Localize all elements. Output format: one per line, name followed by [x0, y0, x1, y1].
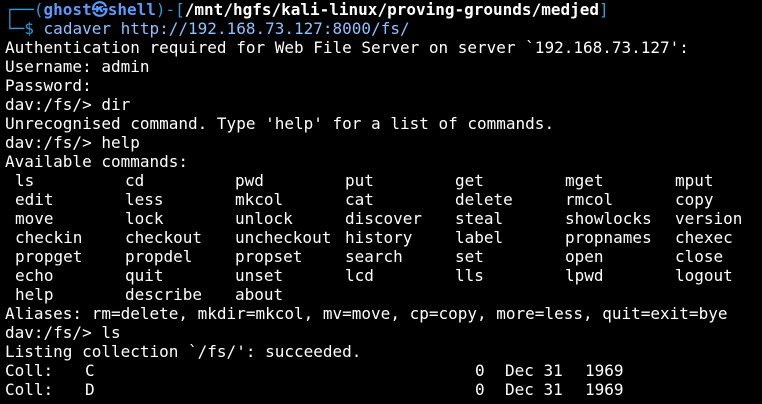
listing-table: Coll: C 0 Dec 31 1969 Coll: D 0 Dec 31 1969: [5, 361, 762, 399]
commands-row: ls cd pwd put get mget mput: [5, 171, 762, 190]
output-pre-block: Authentication required for Web File Ser…: [5, 38, 762, 171]
listing-type: Coll:: [5, 380, 54, 399]
command-name: propnames: [565, 228, 652, 247]
commands-row: echo quit unset lcd lls lpwd logout: [5, 266, 762, 285]
commands-table: ls cd pwd put get mget mput edit less mkcol cat del…: [5, 171, 762, 304]
listing-year: 1969: [585, 361, 624, 380]
command-name: cat: [345, 190, 374, 209]
output-line: dav:/fs/> help: [5, 133, 140, 152]
command-name: about: [235, 285, 284, 304]
listing-size: 0: [475, 361, 485, 380]
command-name: propget: [15, 247, 83, 266]
command-name: edit: [15, 190, 54, 209]
prompt-header-line: ┌──(ghost㉿shell)-[/mnt/hgfs/kali-linux/p…: [5, 0, 762, 19]
command-name: lpwd: [565, 266, 604, 285]
command-name: unset: [235, 266, 284, 285]
prompt-frame-bottom: └─$: [5, 19, 34, 38]
command-name: describe: [125, 285, 203, 304]
command-name: copy: [675, 190, 714, 209]
listing-row: Coll: C 0 Dec 31 1969: [5, 361, 762, 380]
listing-size: 0: [475, 380, 485, 399]
output-line: dav:/fs/> dir: [5, 95, 131, 114]
command-name: lock: [125, 209, 164, 228]
commands-row: edit less mkcol cat delete rmcol copy: [5, 190, 762, 209]
command-name: unlock: [235, 209, 293, 228]
output-line: Authentication required for Web File Ser…: [5, 38, 689, 57]
listing-type: Coll:: [5, 361, 54, 380]
command-name: checkin: [15, 228, 83, 247]
prompt-user-host: ghost㉿shell: [43, 0, 156, 19]
prompt-cwd: /mnt/hgfs/kali-linux/proving-grounds/med…: [184, 0, 599, 19]
command-name: lls: [455, 266, 484, 285]
command-name: discover: [345, 209, 423, 228]
output-line: Available commands:: [5, 152, 189, 171]
listing-name: D: [85, 380, 95, 399]
command-name: mkcol: [235, 190, 284, 209]
command-name: lcd: [345, 266, 374, 285]
command-name: pwd: [235, 171, 264, 190]
command-name: showlocks: [565, 209, 652, 228]
prompt-frame-mid: )-[: [155, 0, 185, 19]
commands-row: propget propdel propset search set open close: [5, 247, 762, 266]
output-line: Username: admin: [5, 57, 150, 76]
command-name: chexec: [675, 228, 733, 247]
commands-row: help describe about: [5, 285, 762, 304]
command-name: steal: [455, 209, 504, 228]
command-name: close: [675, 247, 724, 266]
command-name: help: [15, 285, 54, 304]
command-name: get: [455, 171, 484, 190]
command-name: cd: [125, 171, 145, 190]
listing-date: Dec 31: [505, 361, 563, 380]
listing-date: Dec 31: [505, 380, 563, 399]
command-name: delete: [455, 190, 513, 209]
command-name: mput: [675, 171, 714, 190]
command-name: quit: [125, 266, 164, 285]
command-name: less: [125, 190, 164, 209]
command-name: search: [345, 247, 403, 266]
output-line: Unrecognised command. Type 'help' for a …: [5, 114, 555, 133]
command-name: open: [565, 247, 604, 266]
output-line: Password:: [5, 76, 92, 95]
output-line: dav:/fs/> ls: [5, 323, 121, 342]
command-name: propset: [235, 247, 303, 266]
listing-name: C: [85, 361, 95, 380]
command-name: uncheckout: [235, 228, 332, 247]
command-name: set: [455, 247, 484, 266]
prompt-frame-end: ]: [599, 0, 609, 19]
terminal-window[interactable]: ┌──(ghost㉿shell)-[/mnt/hgfs/kali-linux/p…: [0, 0, 762, 404]
command-name: mget: [565, 171, 604, 190]
command-name: label: [455, 228, 504, 247]
command-name: rmcol: [565, 190, 614, 209]
command-name: history: [345, 228, 413, 247]
prompt-command-line: └─$ cadaver http://192.168.73.127:8000/f…: [5, 19, 762, 38]
command-name: put: [345, 171, 374, 190]
output-post-block: Aliases: rm=delete, mkdir=mkcol, mv=move…: [5, 304, 762, 361]
command-name: move: [15, 209, 54, 228]
listing-year: 1969: [585, 380, 624, 399]
output-line: Aliases: rm=delete, mkdir=mkcol, mv=move…: [5, 304, 728, 323]
prompt-command: cadaver http://192.168.73.127:8000/fs/: [43, 19, 410, 38]
prompt-frame-top: ┌──(: [5, 0, 44, 19]
command-name: ls: [15, 171, 35, 190]
output-line: Listing collection `/fs/': succeeded.: [5, 342, 362, 361]
command-name: echo: [15, 266, 54, 285]
commands-row: move lock unlock discover steal showlocks vers…: [5, 209, 762, 228]
command-name: propdel: [125, 247, 193, 266]
commands-row: checkin checkout uncheckout history label pro…: [5, 228, 762, 247]
command-name: checkout: [125, 228, 203, 247]
command-name: version: [675, 209, 743, 228]
command-name: logout: [675, 266, 733, 285]
listing-row: Coll: D 0 Dec 31 1969: [5, 380, 762, 399]
